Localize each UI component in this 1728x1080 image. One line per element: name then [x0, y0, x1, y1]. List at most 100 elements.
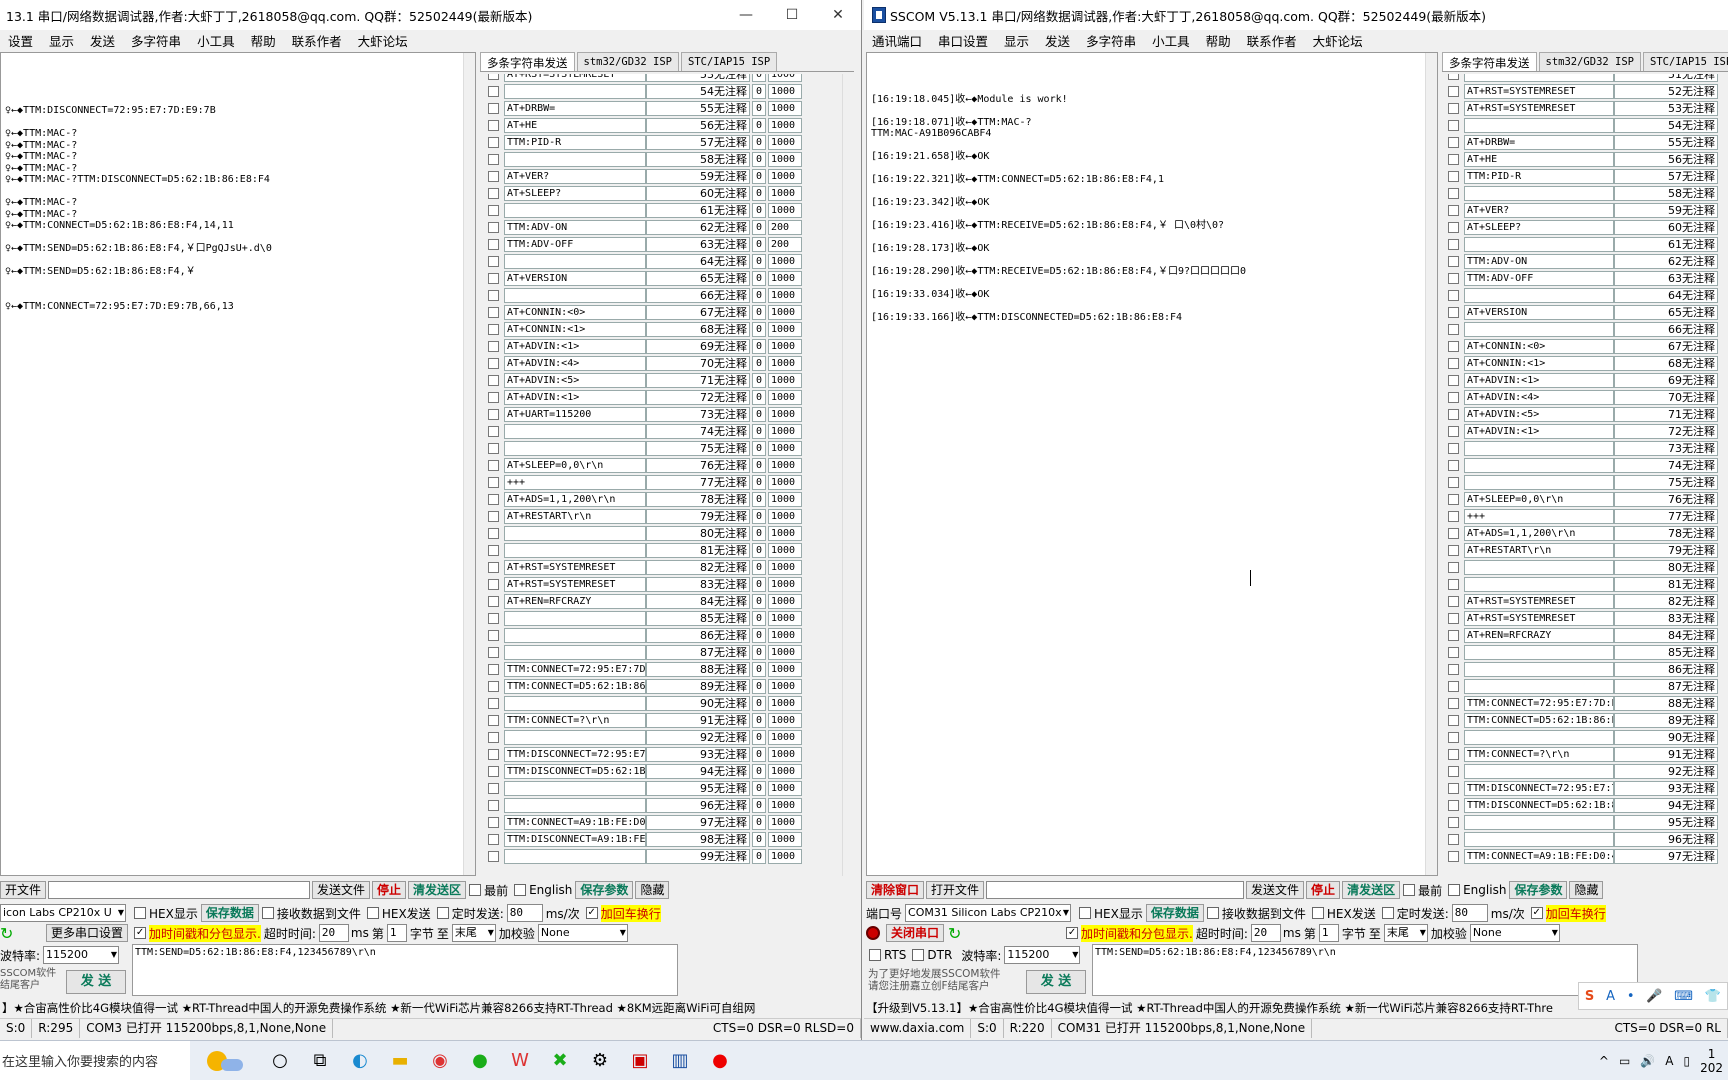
left-row-delay-input[interactable]: 1000	[768, 798, 802, 813]
right-row-command-input[interactable]: AT+VERSION	[1464, 305, 1614, 320]
left-row-command-input[interactable]: +++	[504, 475, 646, 490]
right-end-select[interactable]: 末尾	[1383, 924, 1428, 942]
right-row-command-input[interactable]	[1464, 186, 1614, 201]
tray-clock[interactable]: 1 202	[1695, 1047, 1728, 1075]
left-row-order-input[interactable]: 0	[752, 849, 766, 864]
left-row-order-input[interactable]: 0	[752, 237, 766, 252]
right-row-send-button[interactable]: 97无注释	[1614, 849, 1718, 864]
tray-chevron-icon[interactable]: ^	[1594, 1054, 1614, 1068]
right-save-data-button[interactable]: 保存数据	[1145, 904, 1204, 922]
left-tab[interactable]: STC/IAP15 ISP	[681, 52, 778, 71]
left-row-order-input[interactable]: 0	[752, 764, 766, 779]
right-row-send-button[interactable]: 54无注释	[1614, 118, 1718, 133]
left-row-send-button[interactable]: 59无注释	[646, 169, 750, 184]
left-row-command-input[interactable]: AT+RST=SYSTEMRESET	[504, 560, 646, 575]
right-row-checkbox[interactable]	[1448, 86, 1459, 97]
left-row-send-button[interactable]: 79无注释	[646, 509, 750, 524]
left-row-checkbox[interactable]	[488, 375, 499, 386]
right-row-send-button[interactable]: 56无注释	[1614, 152, 1718, 167]
left-row-send-button[interactable]: 54无注释	[646, 84, 750, 99]
right-tab[interactable]: STC/IAP15 ISP	[1643, 52, 1728, 71]
right-row-command-input[interactable]: AT+ADVIN:<1>	[1464, 424, 1614, 439]
left-row-command-input[interactable]: TTM:ADV-ON	[504, 220, 646, 235]
ime-mic-icon[interactable]: 🎤	[1646, 989, 1662, 1004]
right-row-checkbox[interactable]	[1448, 171, 1459, 182]
left-row-checkbox[interactable]	[488, 324, 499, 335]
right-row-command-input[interactable]	[1464, 441, 1614, 456]
left-row-command-input[interactable]	[504, 611, 646, 626]
left-row-send-button[interactable]: 81无注释	[646, 543, 750, 558]
right-port-select[interactable]: COM31 Silicon Labs CP210x	[905, 904, 1072, 922]
left-row-command-input[interactable]: AT+DRBW=	[504, 101, 646, 116]
right-refresh-icon[interactable]: ↻	[948, 924, 966, 943]
right-row-checkbox[interactable]	[1448, 562, 1459, 573]
right-english-checkbox[interactable]	[1448, 884, 1461, 896]
left-row-command-input[interactable]	[504, 152, 646, 167]
left-tab[interactable]: stm32/GD32 ISP	[576, 52, 680, 71]
right-row-command-input[interactable]	[1464, 288, 1614, 303]
left-row-checkbox[interactable]	[488, 273, 499, 284]
left-row-command-input[interactable]: TTM:CONNECT=72:95:E7:7D:E9	[504, 662, 646, 677]
left-row-command-input[interactable]	[504, 254, 646, 269]
left-row-checkbox[interactable]	[488, 732, 499, 743]
right-menu-item[interactable]: 帮助	[1198, 31, 1239, 50]
left-row-order-input[interactable]: 0	[752, 152, 766, 167]
right-row-checkbox[interactable]	[1448, 443, 1459, 454]
right-row-send-button[interactable]: 51无注释	[1614, 74, 1718, 82]
left-row-send-button[interactable]: 98无注释	[646, 832, 750, 847]
left-row-send-button[interactable]: 63无注释	[646, 237, 750, 252]
left-menu-item[interactable]: 大虾论坛	[350, 31, 416, 50]
left-row-delay-input[interactable]: 1000	[768, 339, 802, 354]
left-row-order-input[interactable]: 0	[752, 662, 766, 677]
left-row-command-input[interactable]: AT+SLEEP=0,0\r\n	[504, 458, 646, 473]
wechat-icon[interactable]: ●	[460, 1041, 500, 1080]
right-send-button[interactable]: 发 送	[1026, 970, 1086, 994]
left-open-file-button[interactable]: 开文件	[0, 881, 47, 899]
left-row-delay-input[interactable]: 1000	[768, 101, 802, 116]
right-row-command-input[interactable]: TTM:CONNECT=72:95:E7:7D:E9	[1464, 696, 1614, 711]
left-row-send-button[interactable]: 53无注释	[646, 74, 750, 82]
right-row-send-button[interactable]: 60无注释	[1614, 220, 1718, 235]
right-row-command-input[interactable]: TTM:PID-R	[1464, 169, 1614, 184]
right-row-send-button[interactable]: 57无注释	[1614, 169, 1718, 184]
left-row-send-button[interactable]: 75无注释	[646, 441, 750, 456]
left-row-send-button[interactable]: 69无注释	[646, 339, 750, 354]
left-send-button[interactable]: 发 送	[66, 970, 126, 994]
right-tab[interactable]: 多条字符串发送	[1442, 52, 1537, 71]
left-port-select[interactable]: icon Labs CP210x U	[0, 904, 126, 922]
left-row-order-input[interactable]: 0	[752, 441, 766, 456]
right-row-checkbox[interactable]	[1448, 834, 1459, 845]
left-row-delay-input[interactable]: 1000	[768, 475, 802, 490]
left-row-checkbox[interactable]	[488, 239, 499, 250]
right-interval-input[interactable]: 80	[1451, 904, 1488, 922]
right-row-checkbox[interactable]	[1448, 256, 1459, 267]
left-row-delay-input[interactable]: 1000	[768, 186, 802, 201]
left-row-send-button[interactable]: 64无注释	[646, 254, 750, 269]
left-row-checkbox[interactable]	[488, 358, 499, 369]
right-row-send-button[interactable]: 87无注释	[1614, 679, 1718, 694]
left-row-checkbox[interactable]	[488, 443, 499, 454]
right-row-checkbox[interactable]	[1448, 188, 1459, 199]
right-row-command-input[interactable]	[1464, 832, 1614, 847]
right-row-checkbox[interactable]	[1448, 137, 1459, 148]
left-nth-input[interactable]: 1	[386, 924, 407, 942]
right-row-command-input[interactable]: AT+ADVIN:<5>	[1464, 407, 1614, 422]
right-row-send-button[interactable]: 72无注释	[1614, 424, 1718, 439]
left-row-command-input[interactable]: AT+RESTART\r\n	[504, 509, 646, 524]
left-row-checkbox[interactable]	[488, 494, 499, 505]
left-row-send-button[interactable]: 65无注释	[646, 271, 750, 286]
right-row-command-input[interactable]: AT+RESTART\r\n	[1464, 543, 1614, 558]
right-row-command-input[interactable]: AT+REN=RFCRAZY	[1464, 628, 1614, 643]
right-clear-window-button[interactable]: 清除窗口	[866, 881, 925, 899]
right-row-checkbox[interactable]	[1448, 545, 1459, 556]
left-baud-select[interactable]: 115200	[43, 946, 120, 964]
left-row-delay-input[interactable]: 1000	[768, 118, 802, 133]
right-stop-button[interactable]: 停止	[1306, 881, 1341, 899]
right-row-send-button[interactable]: 61无注释	[1614, 237, 1718, 252]
right-row-send-button[interactable]: 55无注释	[1614, 135, 1718, 150]
left-row-checkbox[interactable]	[488, 800, 499, 811]
right-row-send-button[interactable]: 65无注释	[1614, 305, 1718, 320]
right-row-checkbox[interactable]	[1448, 851, 1459, 862]
left-row-send-button[interactable]: 86无注释	[646, 628, 750, 643]
left-receive-scrollbar[interactable]	[463, 53, 475, 875]
